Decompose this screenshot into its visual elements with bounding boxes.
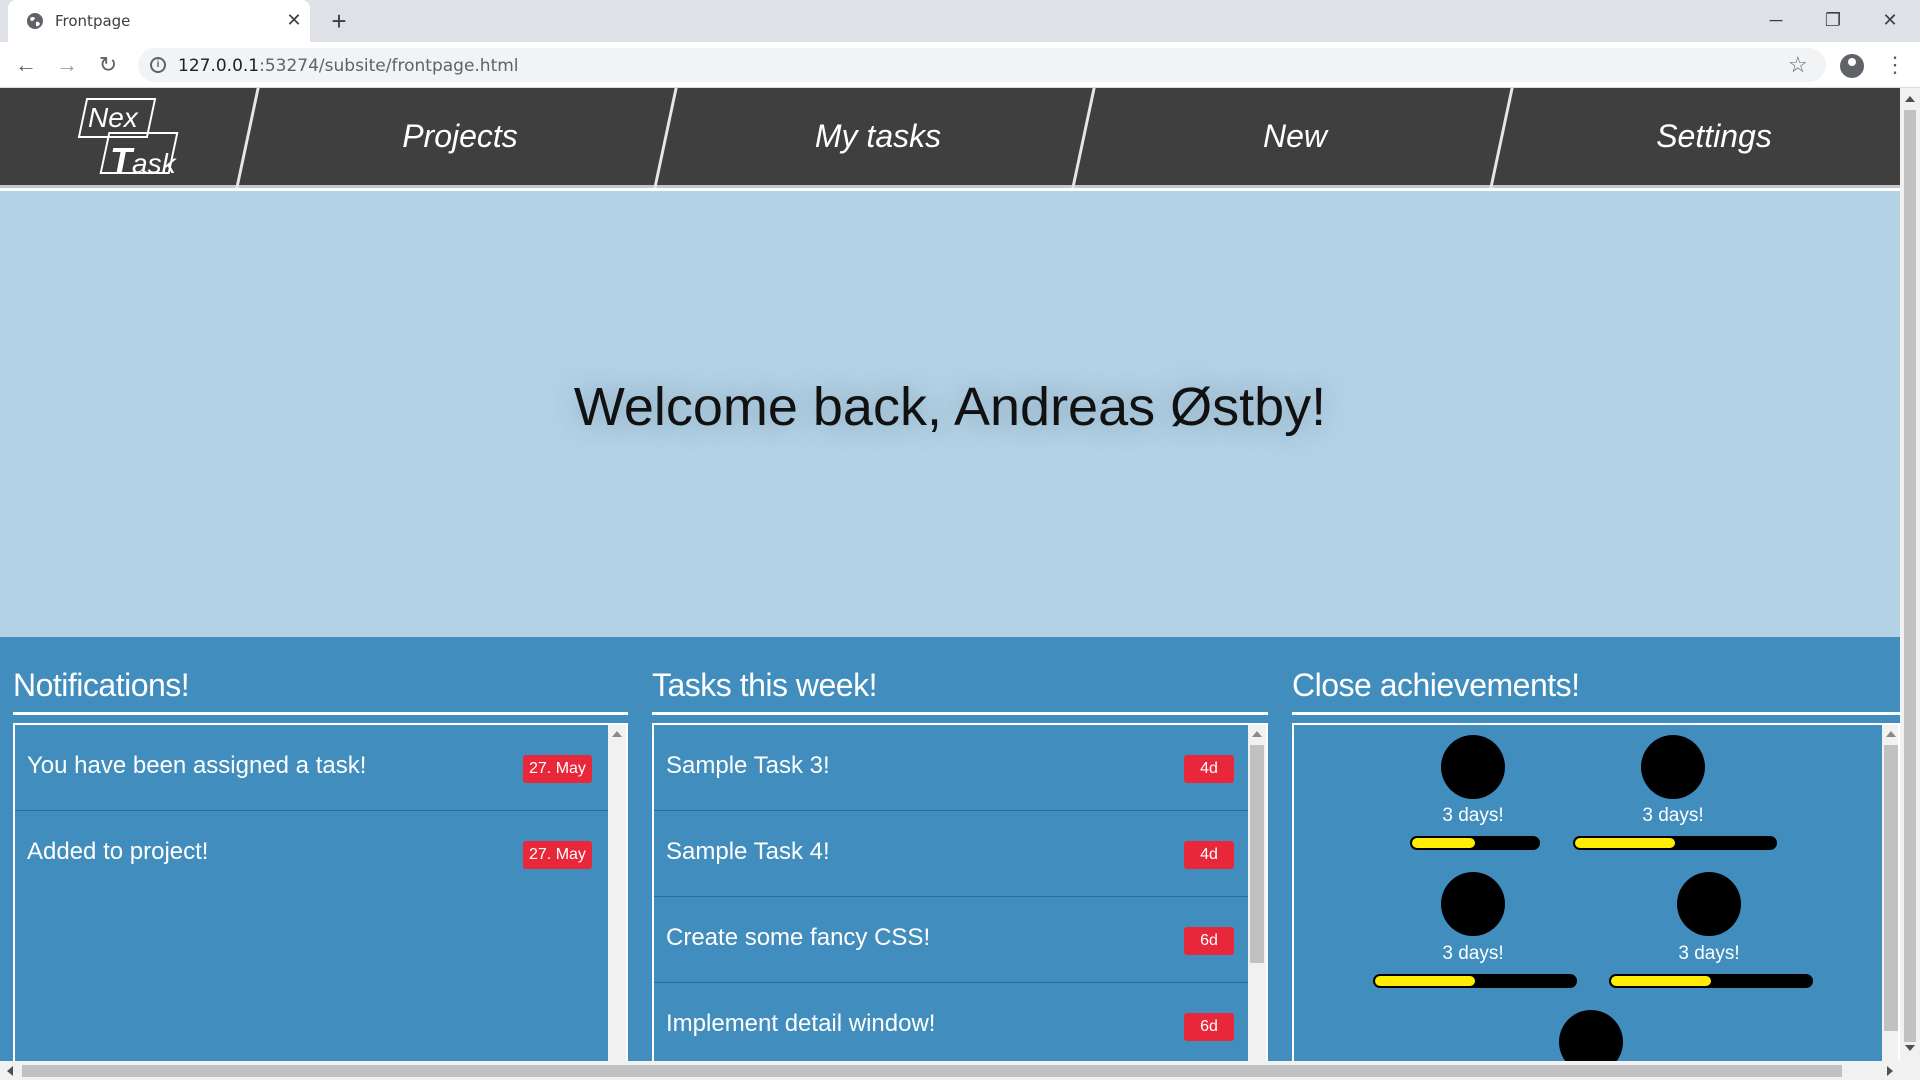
scroll-up-arrow-icon[interactable] bbox=[612, 731, 622, 737]
nav-link-projects[interactable]: Projects bbox=[310, 118, 610, 155]
close-window-button[interactable]: ✕ bbox=[1870, 6, 1910, 34]
address-bar[interactable]: i 127.0.0.1:53274/subsite/frontpage.html bbox=[138, 48, 1826, 82]
task-item[interactable]: Sample Task 4! 4d bbox=[654, 811, 1248, 897]
page-vertical-scrollbar[interactable] bbox=[1900, 88, 1920, 1061]
notification-item[interactable]: You have been assigned a task! 27. May bbox=[15, 725, 608, 811]
nav-separator bbox=[235, 88, 260, 188]
browser-toolbar: ← → ↻ i 127.0.0.1:53274/subsite/frontpag… bbox=[0, 42, 1920, 88]
achievement-badge-icon[interactable] bbox=[1677, 872, 1741, 936]
notifications-panel: You have been assigned a task! 27. May A… bbox=[13, 723, 628, 1061]
dashboard-section: Notifications! You have been assigned a … bbox=[0, 637, 1900, 1061]
scroll-left-arrow-icon[interactable] bbox=[7, 1066, 13, 1076]
notification-date-badge: 27. May bbox=[523, 755, 592, 783]
notifications-title: Notifications! bbox=[13, 667, 190, 703]
menu-icon[interactable]: ⋮ bbox=[1884, 51, 1906, 79]
globe-icon bbox=[27, 13, 43, 29]
tasks-scrollbar[interactable] bbox=[1248, 725, 1266, 1061]
achievement-progress-fill bbox=[1575, 838, 1675, 848]
notifications-scrollbar[interactable] bbox=[608, 725, 626, 1061]
tasks-divider bbox=[652, 712, 1268, 715]
reload-icon[interactable]: ↻ bbox=[94, 51, 122, 79]
page-viewport: Nex Task Projects My tasks New Settings … bbox=[0, 88, 1900, 1061]
new-tab-button[interactable]: + bbox=[326, 8, 352, 34]
task-text: Sample Task 3! bbox=[666, 752, 830, 779]
achievement-progress bbox=[1410, 836, 1540, 850]
notification-item[interactable]: Added to project! 27. May bbox=[15, 811, 608, 897]
tasks-scroll-thumb[interactable] bbox=[1250, 745, 1264, 963]
achievements-title: Close achievements! bbox=[1292, 667, 1580, 703]
scroll-right-arrow-icon[interactable] bbox=[1887, 1066, 1893, 1076]
browser-tab-bar: Frontpage ✕ + ─ ❐ ✕ bbox=[0, 0, 1920, 42]
notification-date-badge: 27. May bbox=[523, 841, 592, 869]
achievements-divider bbox=[1292, 712, 1900, 715]
browser-tab[interactable]: Frontpage ✕ bbox=[8, 0, 310, 42]
achievements-panel: 3 days! 3 days! 3 days! 3 days! bbox=[1292, 723, 1900, 1061]
nav-separator bbox=[1071, 88, 1096, 188]
tab-title: Frontpage bbox=[55, 12, 131, 30]
achievement-badge-icon[interactable] bbox=[1559, 1010, 1623, 1061]
achievements-scrollbar[interactable] bbox=[1882, 725, 1898, 1061]
scroll-up-arrow-icon[interactable] bbox=[1905, 96, 1915, 102]
notifications-divider bbox=[13, 712, 628, 715]
nav-separator bbox=[653, 88, 678, 188]
task-item[interactable]: Sample Task 3! 4d bbox=[654, 725, 1248, 811]
tasks-title: Tasks this week! bbox=[652, 667, 877, 703]
welcome-hero: Welcome back, Andreas Østby! bbox=[0, 191, 1900, 637]
scroll-up-arrow-icon[interactable] bbox=[1886, 731, 1896, 737]
task-due-badge: 4d bbox=[1184, 841, 1234, 869]
page-hscroll-thumb[interactable] bbox=[22, 1065, 1842, 1077]
task-text: Create some fancy CSS! bbox=[666, 924, 931, 951]
tasks-panel: Sample Task 3! 4d Sample Task 4! 4d Crea… bbox=[652, 723, 1268, 1061]
restore-button[interactable]: ❐ bbox=[1813, 6, 1853, 34]
achievement-progress-fill bbox=[1611, 976, 1711, 986]
bookmark-star-icon[interactable]: ☆ bbox=[1788, 51, 1808, 79]
achievement-label: 3 days! bbox=[1642, 805, 1704, 826]
achievements-scroll-thumb[interactable] bbox=[1884, 745, 1898, 1031]
logo-text-task: Task bbox=[110, 140, 176, 181]
nav-separator bbox=[1489, 88, 1514, 188]
achievement-progress-fill bbox=[1375, 976, 1475, 986]
task-item[interactable]: Create some fancy CSS! 6d bbox=[654, 897, 1248, 983]
task-due-badge: 6d bbox=[1184, 927, 1234, 955]
back-icon[interactable]: ← bbox=[12, 51, 40, 79]
task-text: Implement detail window! bbox=[666, 1010, 936, 1037]
achievement-label: 3 days! bbox=[1678, 943, 1740, 964]
achievement-badge-icon[interactable] bbox=[1441, 735, 1505, 799]
achievement-progress bbox=[1373, 974, 1577, 988]
page-scroll-thumb[interactable] bbox=[1904, 110, 1916, 1042]
logo-text-nex: Nex bbox=[88, 102, 138, 133]
welcome-title: Welcome back, Andreas Østby! bbox=[573, 377, 1327, 437]
forward-icon[interactable]: → bbox=[53, 51, 81, 79]
achievement-label: 3 days! bbox=[1442, 943, 1504, 964]
notification-text: Added to project! bbox=[27, 838, 209, 865]
scroll-up-arrow-icon[interactable] bbox=[1252, 731, 1262, 737]
nav-link-settings[interactable]: Settings bbox=[1564, 118, 1864, 155]
nav-link-new[interactable]: New bbox=[1145, 118, 1445, 155]
notification-text: You have been assigned a task! bbox=[27, 752, 367, 779]
task-text: Sample Task 4! bbox=[666, 838, 830, 865]
scroll-down-arrow-icon[interactable] bbox=[1905, 1045, 1915, 1051]
site-navigation: Nex Task Projects My tasks New Settings bbox=[0, 88, 1900, 188]
achievement-badge-icon[interactable] bbox=[1641, 735, 1705, 799]
profile-icon[interactable] bbox=[1840, 54, 1864, 78]
achievement-badge-icon[interactable] bbox=[1441, 872, 1505, 936]
tab-close-icon[interactable]: ✕ bbox=[284, 10, 304, 30]
achievement-progress bbox=[1573, 836, 1777, 850]
task-due-badge: 6d bbox=[1184, 1013, 1234, 1041]
task-due-badge: 4d bbox=[1184, 755, 1234, 783]
nav-link-my-tasks[interactable]: My tasks bbox=[728, 118, 1028, 155]
minimize-button[interactable]: ─ bbox=[1756, 6, 1796, 34]
achievement-progress bbox=[1609, 974, 1813, 988]
achievement-progress-fill bbox=[1412, 838, 1475, 848]
nextask-logo[interactable]: Nex Task bbox=[74, 98, 179, 181]
task-item[interactable]: Implement detail window! 6d bbox=[654, 983, 1248, 1061]
url-text: 127.0.0.1:53274/subsite/frontpage.html bbox=[178, 56, 519, 76]
info-icon[interactable]: i bbox=[150, 57, 166, 73]
achievement-label: 3 days! bbox=[1442, 805, 1504, 826]
page-horizontal-scrollbar[interactable] bbox=[0, 1061, 1920, 1080]
